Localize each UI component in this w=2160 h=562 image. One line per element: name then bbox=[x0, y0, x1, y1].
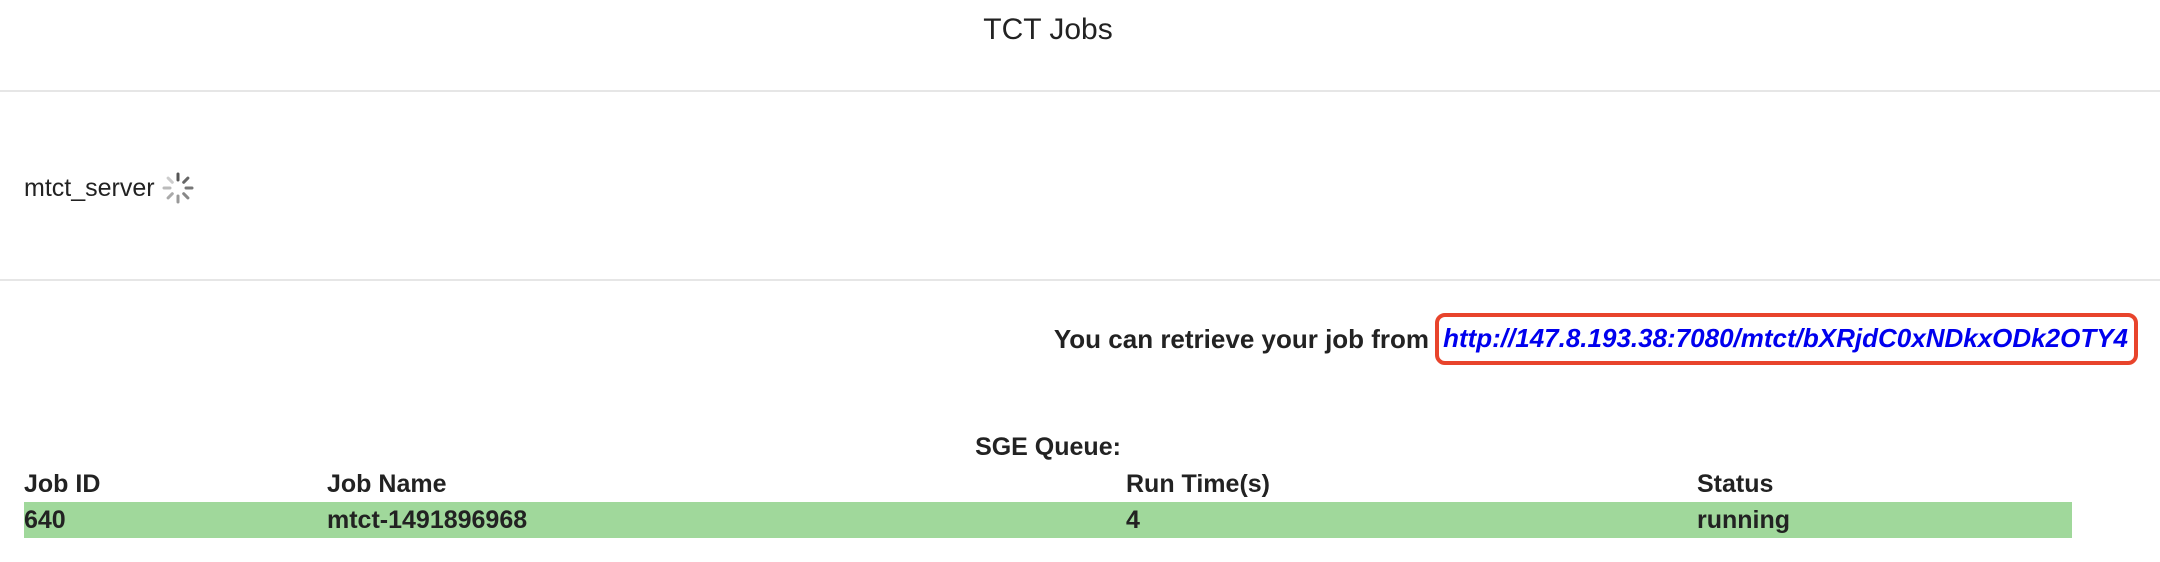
run-time-cell: 4 bbox=[1126, 505, 1140, 534]
retrieve-text: You can retrieve your job from bbox=[1053, 323, 1430, 354]
job-id-cell: 640 bbox=[24, 505, 66, 534]
retrieve-row: You can retrieve your job from http://14… bbox=[1054, 313, 2138, 365]
server-name: mtct_server bbox=[24, 174, 155, 202]
page-title: TCT Jobs bbox=[983, 13, 1113, 46]
retrieve-job-link[interactable]: http://147.8.193.38:7080/mtct/bXRjdC0xND… bbox=[1435, 313, 2138, 365]
header-divider bbox=[0, 90, 2160, 92]
job-name-cell: mtct-1491896968 bbox=[327, 505, 528, 534]
column-header-status: Status bbox=[1697, 469, 1774, 498]
sge-queue-title: SGE Queue: bbox=[975, 433, 1121, 461]
column-header-job-id: Job ID bbox=[24, 469, 101, 498]
table-row: 640 mtct-1491896968 4 running bbox=[24, 502, 2072, 538]
loading-spinner-icon bbox=[162, 172, 194, 204]
server-row: mtct_server bbox=[24, 168, 195, 208]
column-header-run-time: Run Time(s) bbox=[1126, 469, 1270, 498]
column-header-job-name: Job Name bbox=[327, 469, 447, 498]
section-divider bbox=[0, 279, 2160, 281]
sge-queue-table: Job ID Job Name Run Time(s) Status 640 m… bbox=[24, 466, 2072, 538]
table-header-row: Job ID Job Name Run Time(s) Status bbox=[24, 466, 2072, 502]
status-cell: running bbox=[1697, 505, 1791, 534]
